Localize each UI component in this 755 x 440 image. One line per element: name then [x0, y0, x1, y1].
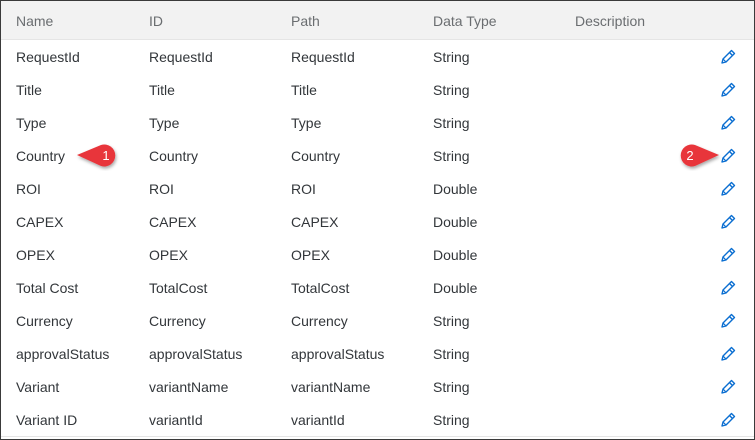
table-row[interactable]: Title Title Title String	[1, 73, 754, 107]
cell-path: TotalCost	[291, 280, 350, 296]
table-row[interactable]: RequestId RequestId RequestId String	[1, 40, 754, 74]
cell-path: Title	[291, 82, 317, 98]
cell-name: ROI	[16, 181, 41, 197]
cell-id: TotalCost	[149, 280, 208, 296]
callout-number: 1	[102, 148, 110, 163]
edit-button[interactable]	[718, 377, 738, 397]
cell-id: OPEX	[149, 247, 188, 263]
pencil-edit-icon	[721, 280, 736, 295]
cell-path: OPEX	[291, 247, 330, 263]
pencil-edit-icon	[721, 313, 736, 328]
cell-id: CAPEX	[149, 214, 197, 230]
column-header-description[interactable]: Description	[575, 1, 645, 39]
cell-name: Total Cost	[16, 280, 79, 296]
cell-data-type: String	[433, 115, 470, 131]
table-row[interactable]: Variant variantName variantName String	[1, 370, 754, 404]
table-row[interactable]: OPEX OPEX OPEX Double	[1, 238, 754, 272]
callout-marker-2: 2	[673, 141, 733, 171]
cell-name: Variant	[16, 379, 60, 395]
cell-data-type: String	[433, 49, 470, 65]
column-header-name[interactable]: Name	[16, 1, 53, 39]
cell-path: Currency	[291, 313, 348, 329]
cell-id: Currency	[149, 313, 206, 329]
cell-name: OPEX	[16, 247, 55, 263]
table-header: Name ID Path Data Type Description	[1, 1, 754, 40]
edit-button[interactable]	[718, 245, 738, 265]
cell-name: Variant ID	[16, 412, 78, 428]
cell-id: Title	[149, 82, 175, 98]
cell-name: RequestId	[16, 49, 80, 65]
pencil-edit-icon	[721, 181, 736, 196]
cell-id: Type	[149, 115, 180, 131]
pencil-edit-icon	[721, 412, 736, 427]
cell-data-type: Double	[433, 247, 478, 263]
edit-button[interactable]	[718, 410, 738, 430]
cell-id: ROI	[149, 181, 174, 197]
edit-button[interactable]	[718, 344, 738, 364]
cell-data-type: String	[433, 313, 470, 329]
cell-name: CAPEX	[16, 214, 64, 230]
cell-id: variantId	[149, 412, 203, 428]
cell-data-type: Double	[433, 214, 478, 230]
cell-id: approvalStatus	[149, 346, 243, 362]
cell-path: Type	[291, 115, 322, 131]
cell-data-type: String	[433, 148, 470, 164]
cell-data-type: String	[433, 412, 470, 428]
cell-id: RequestId	[149, 49, 213, 65]
table-row[interactable]: Currency Currency Currency String	[1, 304, 754, 338]
table-row[interactable]: Variant ID variantId variantId String	[1, 403, 754, 437]
edit-button[interactable]	[718, 113, 738, 133]
cell-name: approvalStatus	[16, 346, 110, 362]
cell-path: variantId	[291, 412, 345, 428]
table-row[interactable]: Type Type Type String	[1, 106, 754, 140]
column-header-data-type[interactable]: Data Type	[433, 1, 497, 39]
table-row[interactable]: ROI ROI ROI Double	[1, 172, 754, 206]
edit-button[interactable]	[718, 311, 738, 331]
cell-id: Country	[149, 148, 199, 164]
table-row[interactable]: Total Cost TotalCost TotalCost Double	[1, 271, 754, 305]
edit-button[interactable]	[718, 80, 738, 100]
cell-path: RequestId	[291, 49, 355, 65]
pencil-edit-icon	[721, 82, 736, 97]
cell-data-type: Double	[433, 280, 478, 296]
cell-name: Type	[16, 115, 47, 131]
callout-number: 2	[686, 148, 694, 163]
table-row[interactable]: approvalStatus approvalStatus approvalStat…	[1, 337, 754, 371]
cell-id: variantName	[149, 379, 229, 395]
edit-button[interactable]	[718, 47, 738, 67]
cell-data-type: String	[433, 379, 470, 395]
cell-data-type: String	[433, 346, 470, 362]
pencil-edit-icon	[721, 214, 736, 229]
table-row[interactable]: CAPEX CAPEX CAPEX Double	[1, 205, 754, 239]
pencil-edit-icon	[721, 115, 736, 130]
edit-button[interactable]	[718, 212, 738, 232]
edit-button[interactable]	[718, 179, 738, 199]
pencil-edit-icon	[721, 346, 736, 361]
cell-name: Title	[16, 82, 42, 98]
cell-data-type: String	[433, 82, 470, 98]
cell-path: CAPEX	[291, 214, 339, 230]
cell-path: variantName	[291, 379, 371, 395]
column-header-id[interactable]: ID	[149, 1, 163, 39]
cell-path: ROI	[291, 181, 316, 197]
cell-path: approvalStatus	[291, 346, 385, 362]
column-header-path[interactable]: Path	[291, 1, 320, 39]
cell-path: Country	[291, 148, 341, 164]
pencil-edit-icon	[721, 247, 736, 262]
pencil-edit-icon	[721, 379, 736, 394]
cell-name: Currency	[16, 313, 73, 329]
edit-button[interactable]	[718, 278, 738, 298]
cell-data-type: Double	[433, 181, 478, 197]
callout-marker-1: 1	[73, 141, 133, 171]
attributes-table: Name ID Path Data Type Description Reque…	[0, 0, 755, 440]
pencil-edit-icon	[721, 49, 736, 64]
cell-name: Country	[16, 148, 66, 164]
